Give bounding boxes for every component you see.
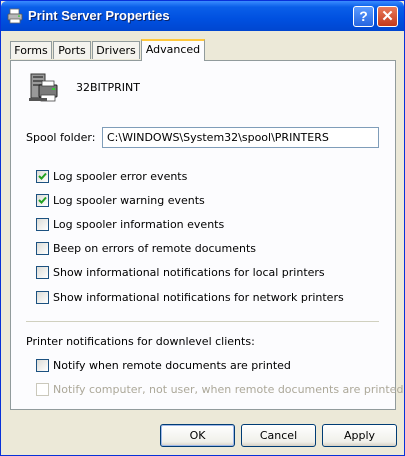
downlevel-heading: Printer notifications for downlevel clie… xyxy=(26,335,255,348)
divider xyxy=(26,321,379,322)
apply-button[interactable]: Apply xyxy=(322,424,397,447)
checkbox-label: Notify when remote documents are printed xyxy=(53,359,291,372)
check-icon xyxy=(38,196,47,204)
spool-folder-label: Spool folder: xyxy=(26,131,96,144)
checkbox-label: Show informational notifications for loc… xyxy=(53,266,325,279)
checkbox-label: Log spooler information events xyxy=(53,218,225,231)
tab-advanced[interactable]: Advanced xyxy=(141,39,205,61)
title-bar[interactable]: Print Server Properties ? ✕ xyxy=(1,1,404,31)
checkbox-box xyxy=(36,383,49,396)
checkbox-label: Show informational notifications for net… xyxy=(53,291,344,304)
checkbox-label: Notify computer, not user, when remote d… xyxy=(53,383,404,396)
checkbox-box[interactable] xyxy=(36,359,49,372)
checkbox-box[interactable] xyxy=(36,218,49,231)
checkbox-box[interactable] xyxy=(36,266,49,279)
tab-drivers[interactable]: Drivers xyxy=(92,41,140,59)
checkbox-box[interactable] xyxy=(36,170,49,183)
tab-ports[interactable]: Ports xyxy=(53,41,91,59)
checkbox-box[interactable] xyxy=(36,194,49,207)
checkbox-box[interactable] xyxy=(36,242,49,255)
help-button[interactable]: ? xyxy=(353,6,374,27)
checkbox-label: Log spooler warning events xyxy=(53,194,205,207)
spool-folder-input[interactable]: C:\WINDOWS\System32\spool\PRINTERS xyxy=(102,127,379,148)
printer-icon xyxy=(7,8,23,24)
checkbox-box[interactable] xyxy=(36,291,49,304)
print-server-properties-window: Print Server Properties ? ✕ Forms Ports … xyxy=(0,0,405,456)
close-button[interactable]: ✕ xyxy=(377,6,398,27)
check-icon xyxy=(38,172,47,180)
checkbox-label: Beep on errors of remote documents xyxy=(53,242,257,255)
window-title: Print Server Properties xyxy=(28,8,170,23)
cancel-button[interactable]: Cancel xyxy=(241,424,316,447)
checkbox-label: Log spooler error events xyxy=(53,170,188,183)
tab-forms[interactable]: Forms xyxy=(10,41,52,59)
printer-server-icon xyxy=(29,73,58,102)
advanced-panel: 32BITPRINT Spool folder: C:\WINDOWS\Syst… xyxy=(10,60,403,410)
ok-button[interactable]: OK xyxy=(160,424,235,447)
server-name: 32BITPRINT xyxy=(76,81,140,94)
